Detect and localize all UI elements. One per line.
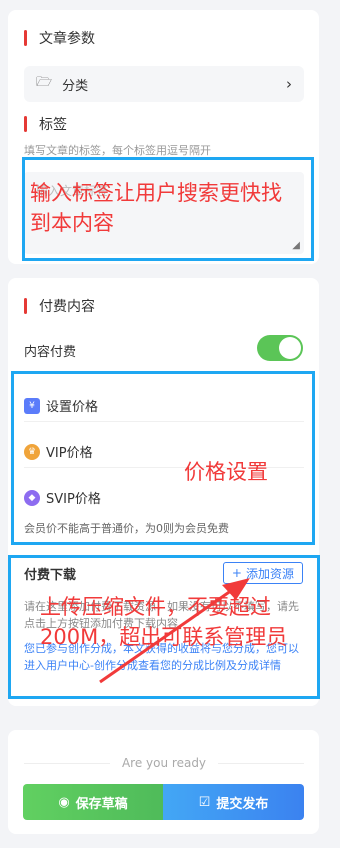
arrow-head-icon	[222, 578, 250, 600]
annotation-arrow	[99, 578, 250, 684]
arrow-shaft	[99, 586, 236, 684]
